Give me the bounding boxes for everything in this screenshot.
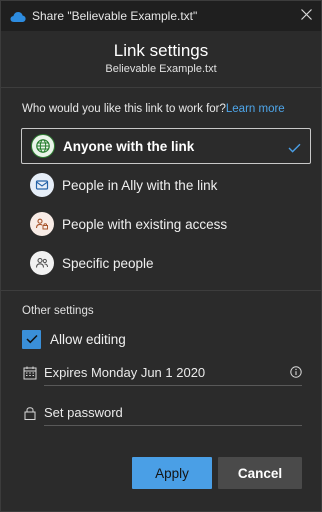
building-icon <box>30 173 54 197</box>
lock-icon <box>22 405 38 421</box>
audience-question: Who would you like this link to work for… <box>22 103 285 115</box>
option-specific-people[interactable]: Specific people <box>21 245 311 281</box>
people-lock-icon <box>30 212 54 236</box>
password-field[interactable]: Set password <box>44 400 302 426</box>
page-title: Link settings <box>113 41 209 60</box>
other-settings-label: Other settings <box>22 305 94 317</box>
apply-button[interactable]: Apply <box>132 457 212 489</box>
close-icon <box>300 7 312 25</box>
cancel-button[interactable]: Cancel <box>218 457 302 489</box>
expiration-row: Expires Monday Jun 1 2020 <box>22 359 302 387</box>
option-label: Anyone with the link <box>63 138 195 154</box>
file-name: Believable Example.txt <box>105 63 217 75</box>
title-bar: Share "Believable Example.txt" <box>1 1 321 31</box>
option-label: People in Ally with the link <box>62 177 218 193</box>
password-row: Set password <box>22 399 302 427</box>
allow-editing-checkbox[interactable]: Allow editing <box>22 328 126 350</box>
people-icon <box>30 251 54 275</box>
option-anyone-with-link[interactable]: Anyone with the link <box>21 128 311 164</box>
option-people-in-org[interactable]: People in Ally with the link <box>21 167 311 203</box>
close-button[interactable] <box>291 1 321 31</box>
onedrive-cloud-icon <box>10 10 26 22</box>
options-divider <box>1 290 321 291</box>
expiration-date-field[interactable]: Expires Monday Jun 1 2020 <box>44 360 302 386</box>
info-icon[interactable] <box>290 366 302 378</box>
question-text: Who would you like this link to work for… <box>22 103 226 115</box>
globe-icon <box>31 134 55 158</box>
share-dialog: Share "Believable Example.txt" Link sett… <box>0 0 322 512</box>
option-existing-access[interactable]: People with existing access <box>21 206 311 242</box>
checkmark-icon <box>288 140 301 158</box>
option-label: People with existing access <box>62 216 228 232</box>
expiration-date-value: Expires Monday Jun 1 2020 <box>44 365 206 380</box>
password-placeholder: Set password <box>44 405 123 420</box>
calendar-icon <box>22 365 38 381</box>
allow-editing-label: Allow editing <box>50 331 126 347</box>
checkbox-checked-icon <box>22 329 41 349</box>
header-divider <box>1 87 321 88</box>
window-title: Share "Believable Example.txt" <box>32 9 198 23</box>
learn-more-link[interactable]: Learn more <box>226 103 285 115</box>
option-label: Specific people <box>62 255 154 271</box>
